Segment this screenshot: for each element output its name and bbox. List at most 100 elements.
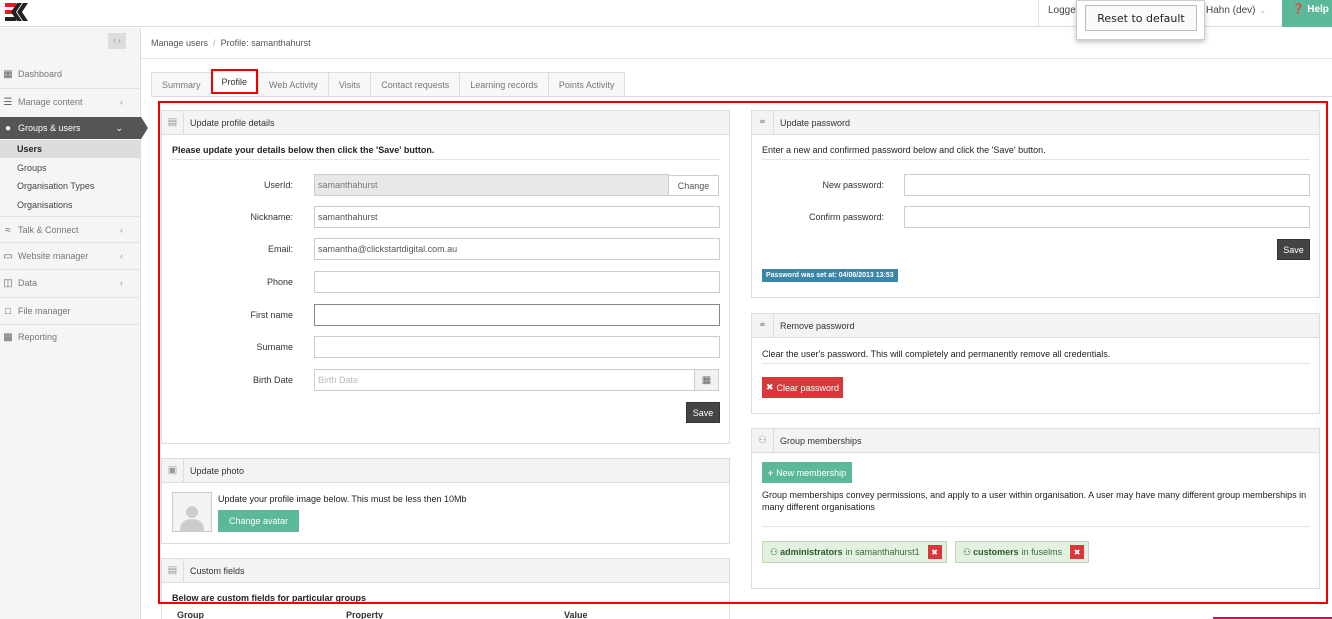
divider	[762, 363, 1310, 364]
users-icon: ⚇	[963, 546, 972, 557]
remove-membership-icon[interactable]: ✖	[927, 545, 942, 559]
breadcrumb-current: Profile: samanthahurst	[220, 38, 311, 48]
chevron-down-icon: ⌄	[115, 122, 123, 133]
help-label: Help	[1307, 4, 1329, 15]
user-menu[interactable]: Hahn (dev) ⌄	[1206, 5, 1266, 16]
panel-title: Group memberships	[780, 435, 862, 446]
sidebar-item-data[interactable]: ◫ Data ‹	[0, 272, 141, 294]
user-silhouette-icon	[180, 506, 204, 531]
tab-contact-requests[interactable]: Contact requests	[370, 72, 460, 97]
divider	[0, 216, 141, 217]
sidebar-item-website-manager[interactable]: ▭ Website manager ‹	[0, 245, 141, 267]
divider	[172, 159, 720, 160]
tab-visits[interactable]: Visits	[327, 72, 371, 97]
clear-password-button[interactable]: ✖ Clear password	[762, 377, 843, 398]
sidebar-item-groups-users[interactable]: ● Groups & users ⌄	[0, 117, 141, 139]
password-intro: Enter a new and confirmed password below…	[762, 145, 1046, 155]
calendar-icon[interactable]: ▦	[694, 369, 719, 391]
tab-profile[interactable]: Profile	[210, 69, 259, 94]
users-icon: ⚇	[752, 428, 774, 453]
divider	[762, 526, 1310, 527]
panel-title: Update password	[780, 117, 851, 128]
sidebar-subitem-groups[interactable]: Groups	[0, 159, 141, 177]
userid-label: UserId:	[263, 180, 293, 190]
remove-membership-icon[interactable]: ✖	[1070, 545, 1085, 559]
sidebar-item-dashboard[interactable]: ▦ Dashboard	[0, 63, 141, 85]
panel-title: Remove password	[780, 320, 855, 331]
tab-summary[interactable]: Summary	[151, 72, 211, 97]
grid-icon: ▦	[3, 68, 13, 80]
panel-title: Update photo	[190, 465, 245, 476]
phone-label: Phone	[266, 277, 293, 287]
column-header-group: Group	[177, 610, 204, 619]
panel-header: ▣ Update photo	[162, 458, 729, 483]
sidebar-collapse-button[interactable]: ‹ ›	[108, 33, 126, 49]
help-button[interactable]: ❓ Help	[1282, 0, 1332, 27]
tab-points-activity[interactable]: Points Activity	[547, 72, 626, 97]
new-membership-button[interactable]: + New membership	[762, 462, 852, 483]
sidebar-subitem-organisations[interactable]: Organisations	[0, 196, 141, 214]
logged-in-text: Logge	[1048, 5, 1076, 16]
update-profile-panel: ▤ Update profile details Please update y…	[161, 110, 730, 444]
sidebar-item-label: Data	[18, 278, 38, 288]
surname-label: Surname	[256, 342, 293, 352]
sidebar-item-label: Website manager	[18, 251, 89, 261]
remove-password-panel: ⚭ Remove password Clear the user's passw…	[751, 313, 1320, 414]
chevron-down-icon: ⌄	[1259, 6, 1267, 15]
birth-date-field[interactable]: Birth Date	[314, 369, 695, 391]
change-userid-button[interactable]: Change	[668, 175, 719, 196]
reset-to-default-button[interactable]: Reset to default	[1085, 5, 1197, 31]
photo-text: Update your profile image below. This mu…	[218, 494, 467, 504]
nickname-field[interactable]: samanthahurst	[314, 206, 720, 228]
panel-title: Custom fields	[190, 565, 245, 576]
membership-group: administrators	[780, 547, 843, 557]
breadcrumb-separator: /	[213, 38, 216, 48]
panel-header: ⚭ Remove password	[752, 313, 1319, 338]
tab-web-activity[interactable]: Web Activity	[258, 72, 328, 97]
change-avatar-button[interactable]: Change avatar	[218, 510, 299, 532]
userid-field: samanthahurst	[314, 174, 669, 196]
sidebar-item-label: File manager	[18, 306, 71, 316]
divider	[151, 96, 1332, 97]
divider	[762, 159, 1310, 160]
sidebar-item-reporting[interactable]: ▩ Reporting	[0, 326, 141, 348]
new-membership-label: New membership	[776, 467, 847, 478]
custom-fields-intro: Below are custom fields for particular g…	[172, 593, 367, 603]
tab-learning-records[interactable]: Learning records	[459, 72, 548, 97]
app-logo[interactable]	[5, 2, 31, 22]
file-icon: □	[4, 305, 12, 317]
email-label: Email:	[267, 244, 293, 254]
sidebar-item-file-manager[interactable]: □ File manager	[0, 300, 141, 322]
sidebar: ‹ › ▦ Dashboard ☰ Manage content ‹ ● Gro…	[0, 28, 141, 619]
panel-header: ⚭ Update password	[752, 110, 1319, 135]
sidebar-item-manage-content[interactable]: ☰ Manage content ‹	[0, 91, 141, 113]
save-profile-button[interactable]: Save	[686, 402, 720, 423]
email-field[interactable]: samantha@clickstartdigital.com.au	[314, 238, 720, 260]
membership-group: customers	[973, 547, 1019, 557]
birth-date-label: Birth Date	[252, 375, 293, 385]
column-header-value: Value	[564, 610, 588, 619]
sidebar-subitem-users[interactable]: Users	[0, 140, 141, 158]
divider	[0, 88, 141, 89]
user-icon: ●	[4, 122, 12, 134]
new-password-field[interactable]	[904, 174, 1310, 196]
clear-password-label: Clear password	[776, 382, 840, 393]
sidebar-item-label: Groups & users	[18, 123, 81, 133]
phone-field[interactable]	[314, 271, 720, 293]
save-password-button[interactable]: Save	[1277, 239, 1310, 260]
sidebar-item-label: Talk & Connect	[18, 225, 79, 235]
confirm-password-label: Confirm password:	[808, 212, 884, 222]
custom-fields-panel: ▤ Custom fields Below are custom fields …	[161, 558, 730, 619]
chevron-left-icon: ‹	[120, 278, 123, 288]
users-icon: ⚇	[770, 546, 779, 557]
password-set-badge: Password was set at: 04/06/2013 13:53	[762, 269, 898, 282]
first-name-label: First name	[250, 310, 293, 320]
first-name-field[interactable]	[314, 304, 720, 326]
sidebar-item-talk-connect[interactable]: ≈ Talk & Connect ‹	[0, 219, 141, 241]
membership-org: in samanthahurst1	[845, 547, 920, 557]
confirm-password-field[interactable]	[904, 206, 1310, 228]
surname-field[interactable]	[314, 336, 720, 358]
membership-chip: ⚇ customers in fuselms ✖	[955, 541, 1090, 563]
sidebar-subitem-organisation-types[interactable]: Organisation Types	[0, 177, 141, 195]
breadcrumb-root[interactable]: Manage users	[151, 38, 208, 48]
